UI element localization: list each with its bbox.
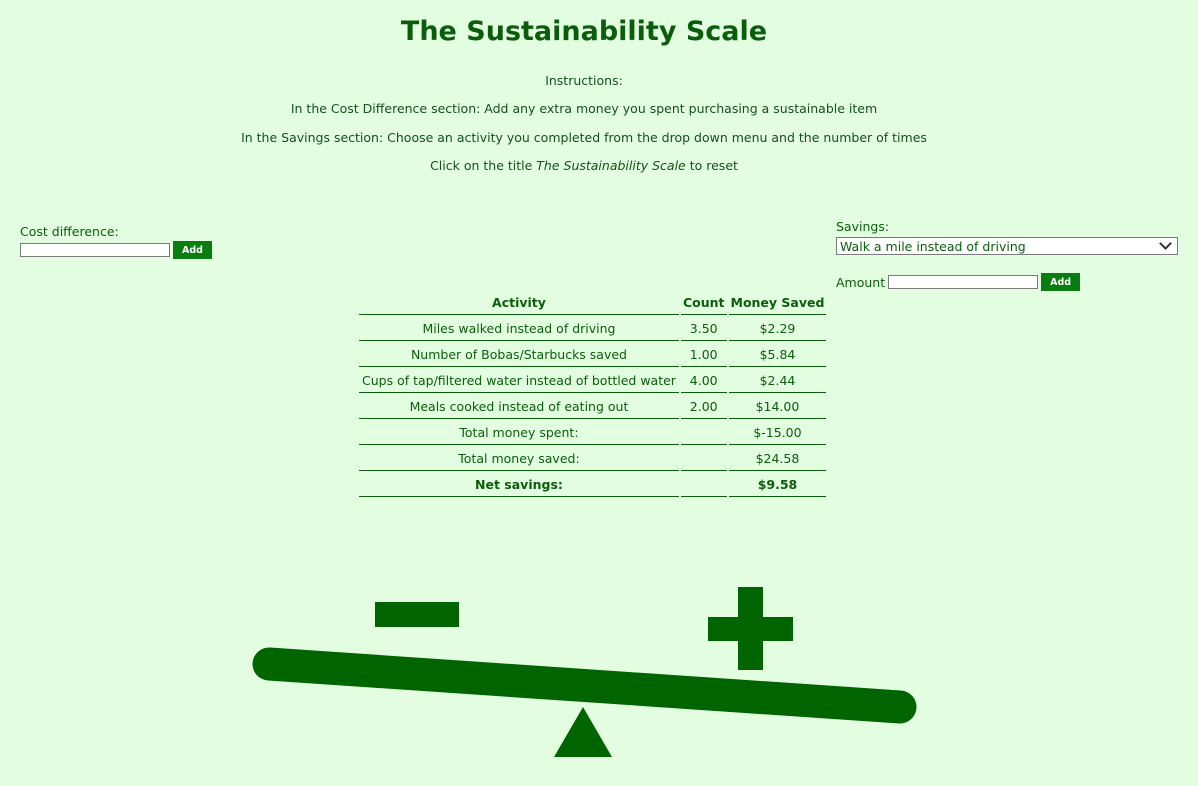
scale-beam: [252, 647, 917, 724]
triangle-fulcrum-icon: [554, 707, 612, 757]
page: The Sustainability Scale Instructions: I…: [0, 0, 1198, 786]
minus-icon: [375, 602, 459, 627]
balance-scale: [252, 587, 917, 757]
plus-icon: [708, 587, 793, 670]
